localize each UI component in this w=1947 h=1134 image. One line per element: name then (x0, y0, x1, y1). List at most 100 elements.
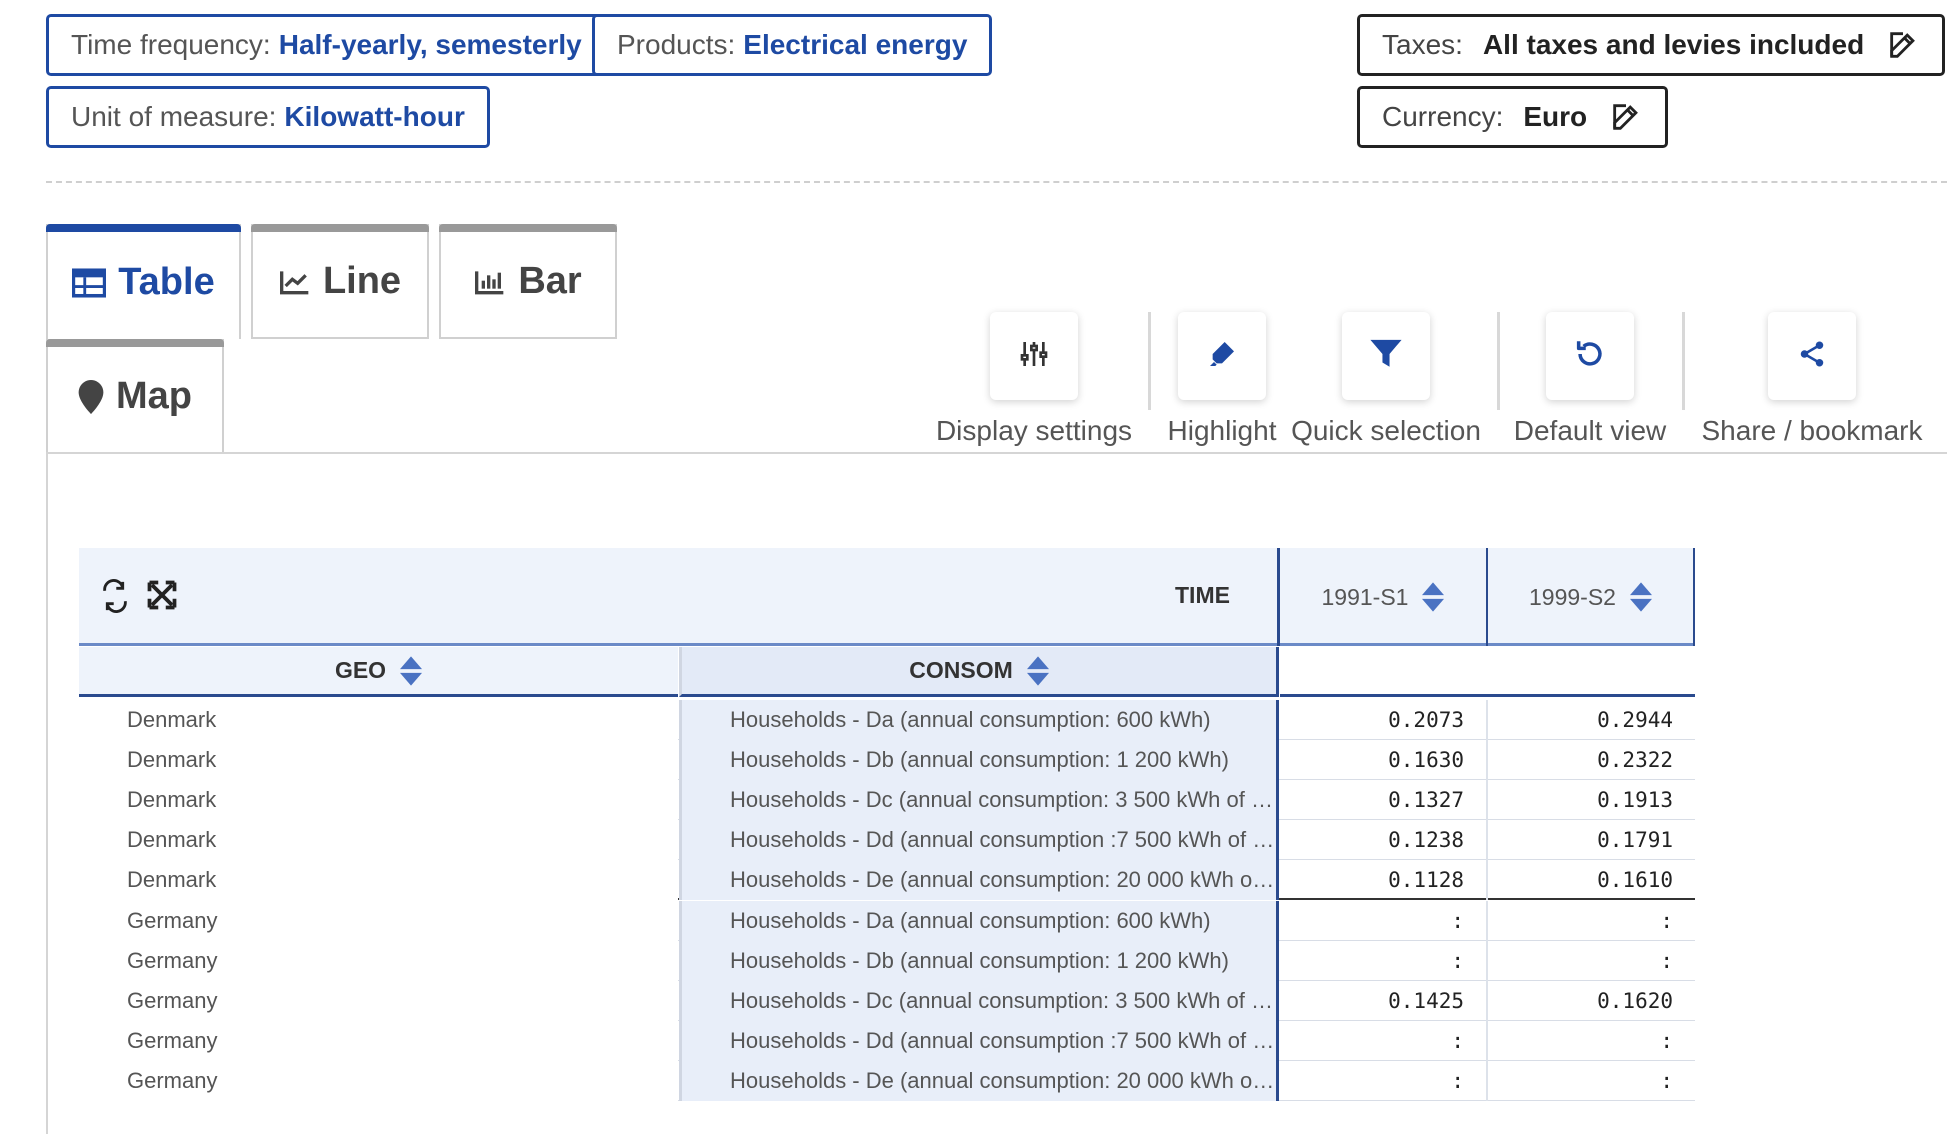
column-header-1999-s2[interactable]: 1999-S2 (1488, 548, 1695, 646)
value-cell: 0.1620 (1488, 981, 1695, 1021)
value-cell: : (1280, 1021, 1488, 1061)
table-row: Germany Households - Dd (annual consumpti… (79, 1021, 1695, 1061)
sort-icon[interactable] (1629, 582, 1652, 612)
value: : (1660, 1029, 1673, 1053)
tab-map[interactable]: Map (46, 339, 224, 454)
value: 0.1913 (1597, 788, 1673, 812)
tab-label: Line (322, 260, 402, 302)
toolbar-separator (1148, 312, 1151, 410)
filter-label: Unit of measure: (71, 101, 277, 132)
edit-icon[interactable] (1886, 28, 1920, 62)
highlighter-icon (1206, 338, 1238, 375)
default-view-button[interactable] (1546, 312, 1634, 400)
geo-header-label: GEO (334, 657, 387, 683)
sort-icon[interactable] (1026, 655, 1049, 686)
consom-value: Households - Db (annual consumption: 1 2… (730, 747, 1229, 772)
geo-value: Denmark (127, 827, 217, 852)
value-cell: 0.1791 (1488, 820, 1695, 860)
tab-table[interactable]: Table (46, 224, 241, 339)
share-icon (1797, 339, 1827, 374)
consom-cell: Households - Dd (annual consumption :7 5… (679, 820, 1279, 860)
filter-chip-time-frequency[interactable]: Time frequency: Half-yearly, semesterly (46, 14, 607, 76)
highlight-button[interactable] (1178, 312, 1266, 400)
value-cell: : (1488, 1021, 1695, 1061)
filter-icon (1369, 338, 1403, 375)
filter-value: Euro (1523, 101, 1588, 132)
geo-cell: Germany (79, 901, 678, 941)
toolbar-label: Default view (1513, 415, 1667, 446)
swap-axes-icon[interactable] (99, 578, 131, 619)
value: 0.1327 (1388, 788, 1464, 812)
consom-value: Households - Dd (annual consumption :7 5… (730, 1028, 1276, 1053)
consom-cell: Households - De (annual consumption: 20 … (679, 1061, 1279, 1101)
panel-border (46, 452, 1947, 454)
value-cell: 0.1128 (1280, 860, 1488, 900)
tab-bar[interactable]: Bar (439, 224, 617, 339)
table-row: Denmark Households - De (annual consumpti… (79, 860, 1695, 900)
toolbar-separator (1497, 312, 1500, 410)
geo-cell: Germany (79, 1061, 678, 1101)
edit-icon[interactable] (1609, 100, 1643, 134)
filter-chip-unit[interactable]: Unit of measure: Kilowatt-hour (46, 86, 490, 148)
value-cell: : (1280, 1061, 1488, 1101)
line-chart-icon (279, 268, 311, 296)
value: : (1451, 909, 1464, 933)
panel-border (46, 452, 48, 1134)
filter-chip-taxes[interactable]: Taxes: All taxes and levies included (1357, 14, 1946, 76)
bar-chart-icon (474, 268, 506, 296)
column-header-label: 1999-S2 (1529, 583, 1616, 610)
filter-chip-products[interactable]: Products: Electrical energy (592, 14, 993, 76)
geo-cell: Germany (79, 981, 678, 1021)
filter-label: Currency: (1382, 101, 1504, 132)
consom-header[interactable]: CONSOM (679, 647, 1279, 697)
sort-icon[interactable] (400, 655, 423, 686)
tab-label: Bar (518, 260, 582, 302)
consom-header-label: CONSOM (909, 657, 1013, 683)
geo-value: Germany (127, 948, 218, 973)
consom-value: Households - Db (annual consumption: 1 2… (730, 948, 1229, 973)
consom-cell: Households - Dc (annual consumption: 3 5… (679, 780, 1279, 820)
value-cell: : (1488, 1061, 1695, 1101)
consom-cell: Households - Da (annual consumption: 600… (679, 901, 1279, 941)
geo-value: Germany (127, 1068, 218, 1093)
value: 0.1425 (1388, 989, 1464, 1013)
time-dimension-label: TIME (1175, 582, 1230, 608)
geo-cell: Denmark (79, 780, 678, 820)
sort-icon[interactable] (1422, 582, 1445, 612)
toolbar-label: Share / bookmark (1701, 415, 1923, 446)
value-cell: : (1488, 941, 1695, 981)
value-cell: 0.1610 (1488, 860, 1695, 900)
column-header-1991-s1[interactable]: 1991-S1 (1280, 548, 1488, 646)
value: : (1451, 949, 1464, 973)
value: 0.2322 (1597, 748, 1673, 772)
filter-chip-currency[interactable]: Currency: Euro (1357, 86, 1669, 148)
tab-line[interactable]: Line (251, 224, 429, 339)
consom-cell: Households - Da (annual consumption: 600… (679, 700, 1279, 740)
value: : (1451, 1029, 1464, 1053)
geo-cell: Denmark (79, 700, 678, 740)
geo-cell: Denmark (79, 860, 678, 900)
table-row: Denmark Households - Db (annual consumpti… (79, 740, 1695, 780)
filter-value: Kilowatt-hour (284, 101, 465, 132)
quick-selection-button[interactable] (1342, 312, 1430, 400)
filter-value: Electrical energy (743, 29, 968, 60)
filter-label: Products: (617, 29, 736, 60)
geo-value: Denmark (127, 707, 217, 732)
geo-cell: Germany (79, 1021, 678, 1061)
value-cell: 0.2073 (1280, 700, 1488, 740)
geo-header[interactable]: GEO (79, 647, 678, 697)
filter-value: All taxes and levies included (1482, 29, 1865, 60)
display-settings-button[interactable] (990, 312, 1078, 400)
consom-value: Households - Dd (annual consumption :7 5… (730, 827, 1276, 852)
table-row: Germany Households - Dc (annual consumpti… (79, 981, 1695, 1021)
divider (46, 181, 1947, 183)
geo-value: Denmark (127, 867, 217, 892)
share-bookmark-button[interactable] (1768, 312, 1856, 400)
filter-value: Half-yearly, semesterly (278, 29, 582, 60)
tab-label: Map (116, 375, 192, 417)
value: 0.1620 (1597, 989, 1673, 1013)
expand-icon[interactable] (147, 580, 177, 615)
value: : (1660, 1069, 1673, 1093)
table-row: Denmark Households - Da (annual consumpti… (79, 700, 1695, 740)
table-header-time: TIME 1991-S1 1999-S2 (79, 548, 1695, 646)
